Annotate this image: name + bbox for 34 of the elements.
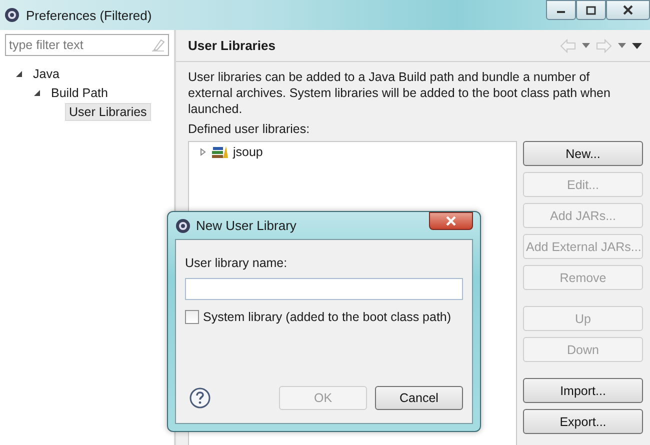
expanded-icon[interactable] [15,70,23,78]
name-field[interactable] [185,278,463,300]
tree-item[interactable]: User Libraries [65,102,151,120]
help-icon[interactable] [189,387,211,409]
list-label: Defined user libraries: [188,122,311,136]
page-title: User Libraries [188,38,276,53]
action-button[interactable]: Import... [523,378,643,403]
close-button[interactable] [429,212,473,230]
maximize-icon [586,6,596,14]
dropdown-icon[interactable] [582,43,590,48]
tree-item[interactable]: Java [29,64,64,82]
expanded-icon[interactable] [33,88,41,96]
field-label: User library name: [185,256,288,270]
dropdown-icon[interactable] [618,43,626,48]
dialog-title: New User Library [196,218,296,233]
eraser-icon [151,38,165,52]
library-item[interactable]: jsoup [233,145,263,159]
close-icon [446,216,456,226]
checkbox-label: System library (added to the boot class path) [203,310,452,324]
action-button[interactable]: Export... [523,409,643,434]
tree-item[interactable]: Build Path [47,84,112,102]
books-icon [212,145,228,159]
description-text: User libraries can be added to a Java Build path and bundle a number of external archives. System libraries will be added to the boot class path when launched. [188,69,612,117]
window-title: Preferences (Filtered) [26,8,152,22]
checkbox[interactable] [185,310,199,324]
collapsed-icon[interactable] [199,148,207,156]
maximize-button[interactable] [576,0,606,20]
action-button[interactable]: New... [523,141,643,166]
dialog-button[interactable]: Cancel [375,386,463,410]
close-button[interactable] [606,0,650,20]
minimize-button[interactable] [546,0,576,20]
view-menu-icon[interactable] [632,42,642,48]
close-icon [623,5,633,15]
filter-field[interactable]: type filter text [5,34,169,56]
